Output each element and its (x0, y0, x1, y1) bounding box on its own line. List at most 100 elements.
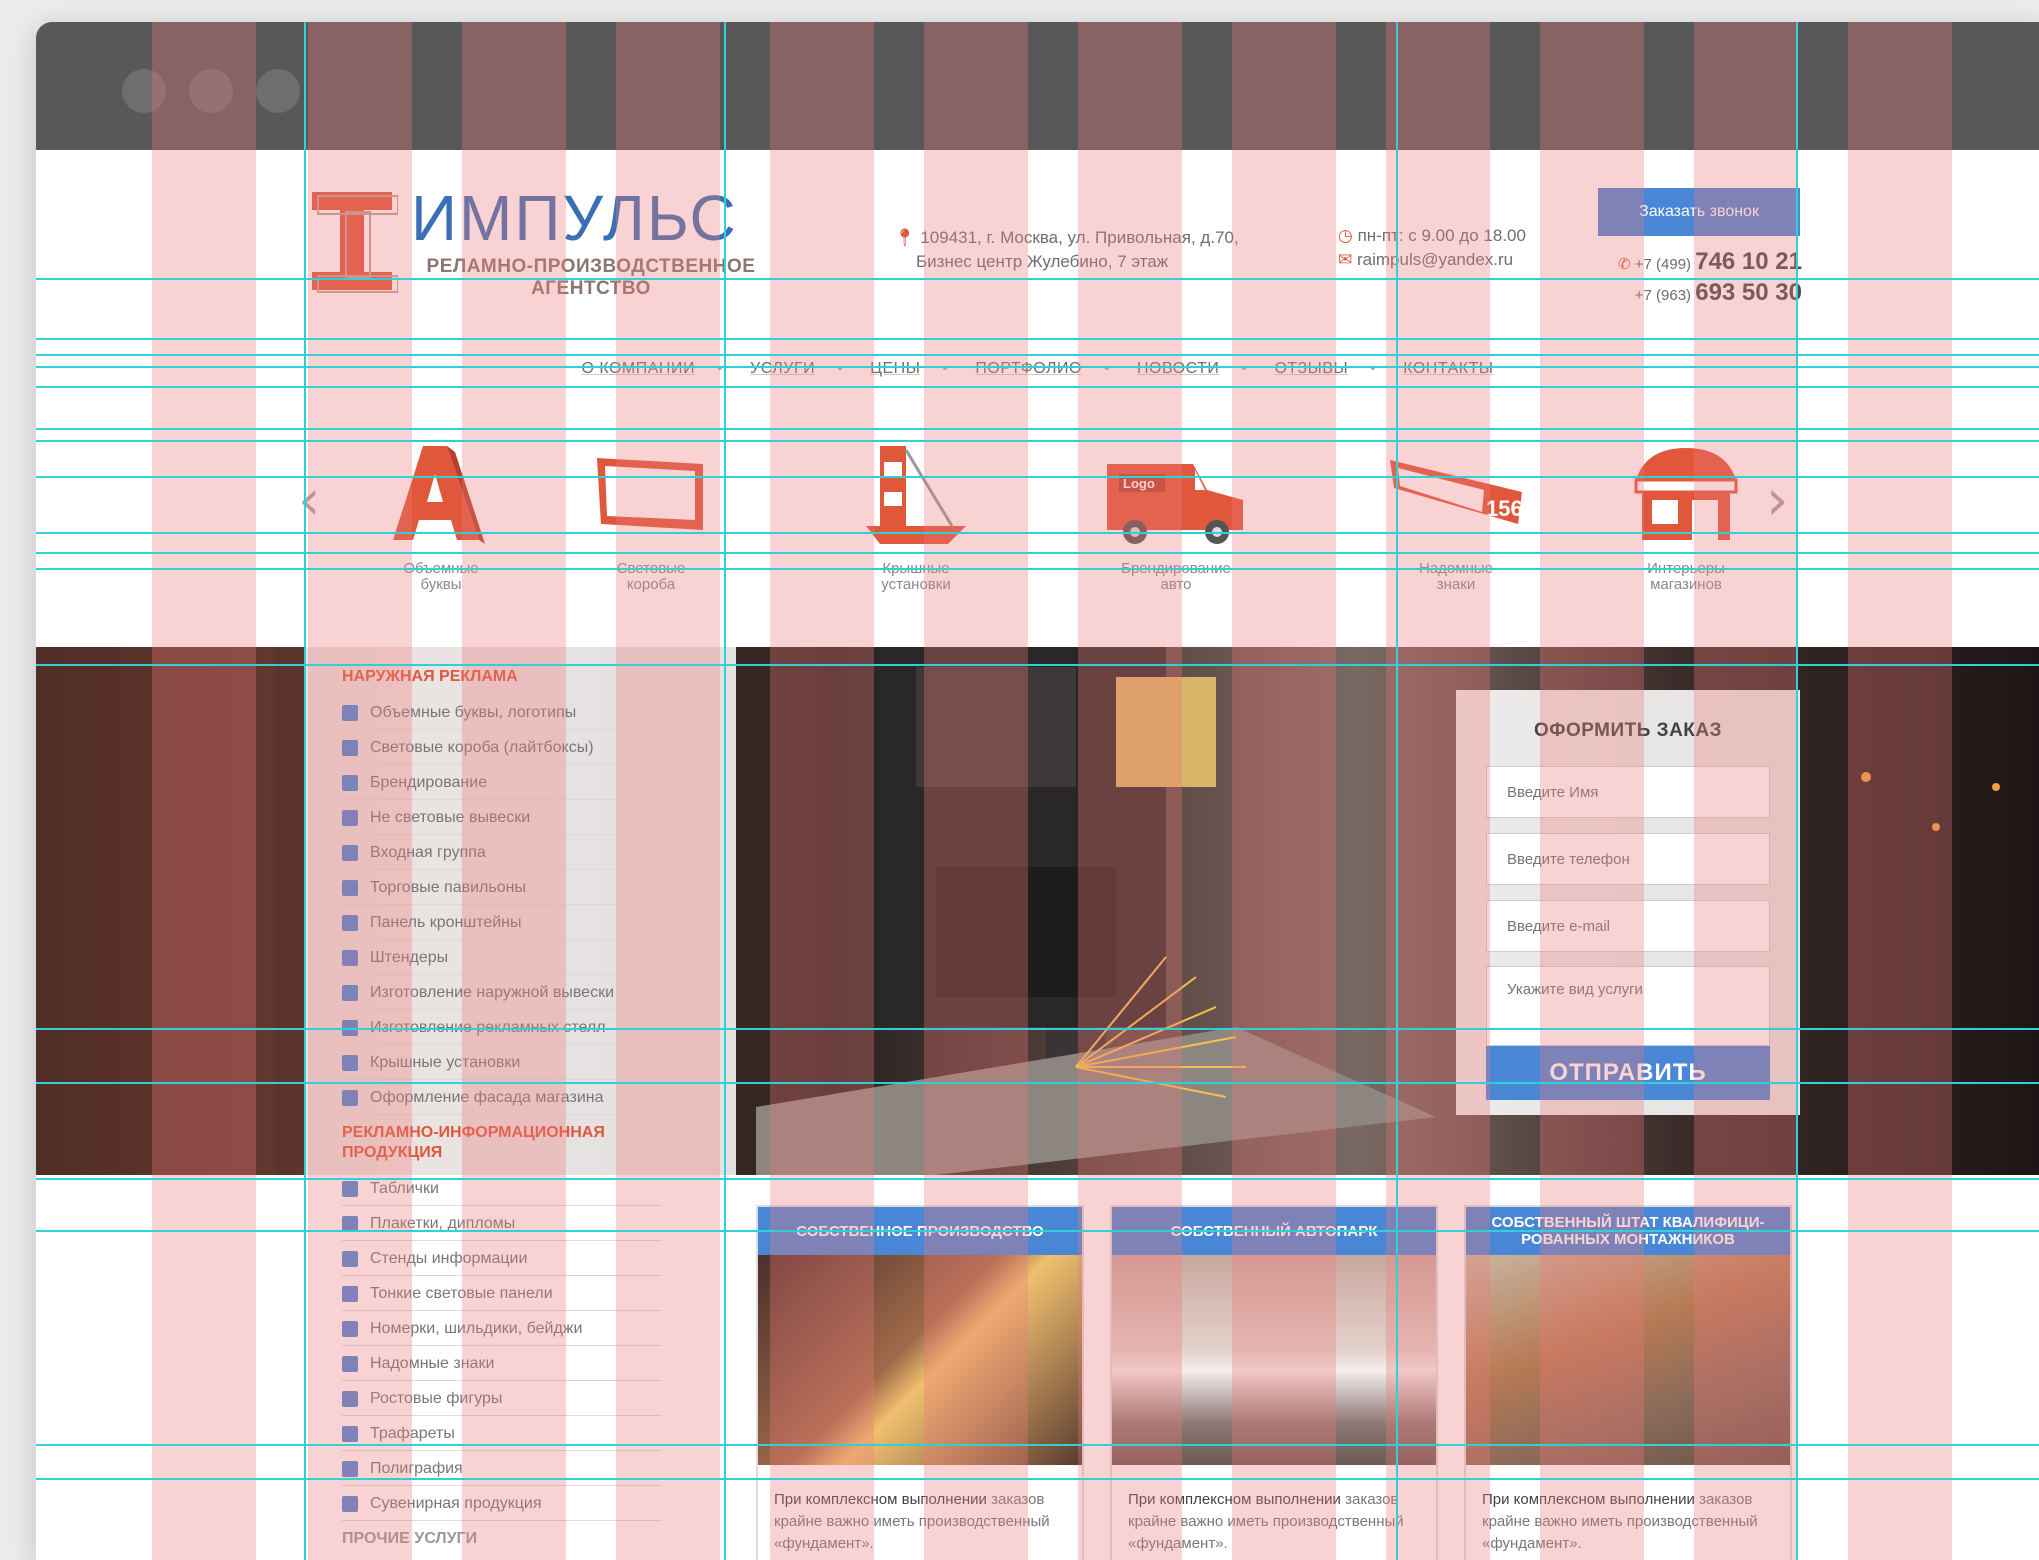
nav-separator: • (942, 360, 949, 377)
feature-card-production[interactable]: СОБСТВЕННОЕ ПРОИЗВОДСТВО При комплексном… (756, 1205, 1084, 1560)
service-icon (342, 1355, 358, 1372)
service-icon (342, 1054, 358, 1071)
sidebar-item[interactable]: Объемные буквы, логотипы (342, 695, 662, 730)
house-sign-icon: 156 (1390, 460, 1523, 524)
carousel-item-light-boxes[interactable]: Световые короба (576, 440, 726, 610)
sidebar-item[interactable]: Штендеры (342, 940, 662, 975)
service-textarea[interactable] (1486, 966, 1770, 1046)
carousel-label-line1: Интерьеры (1647, 560, 1725, 577)
sidebar-item[interactable]: Сувенирная продукция (342, 1486, 662, 1521)
service-icon (342, 879, 358, 896)
carousel-label-line2: знаки (1436, 576, 1476, 593)
service-icon (342, 1495, 358, 1512)
carousel-label-line2: магазинов (1650, 576, 1722, 593)
nav-item-services[interactable]: УСЛУГИ (750, 360, 815, 377)
carousel-item-roof-installations[interactable]: Крышные установки (841, 440, 991, 610)
nav-separator: • (716, 360, 724, 377)
clock-icon: ◷ (1338, 226, 1353, 245)
window-close-dot[interactable] (122, 69, 166, 113)
email-link[interactable]: raimpuls@yandex.ru (1357, 250, 1513, 269)
sidebar-heading-info-products: РЕКЛАМНО-ИНФОРМАЦИОННАЯ ПРОДУКЦИЯ (342, 1124, 605, 1161)
service-icon (342, 1250, 358, 1267)
card-image-installers (1466, 1255, 1790, 1465)
feature-card-fleet[interactable]: СОБСТВЕННЫЙ АВТОПАРК При комплексном вып… (1110, 1205, 1438, 1560)
site-logo[interactable]: ИМПУЛЬС РЕЛАМНО-ПРОИЗВОДСТВЕННОЕ АГЕНТСТ… (306, 182, 806, 299)
carousel-label-line2: короба (626, 576, 676, 593)
sidebar-item[interactable]: Плакетки, дипломы (342, 1206, 662, 1241)
nav-item-about[interactable]: О КОМПАНИИ (581, 360, 695, 377)
sidebar-item[interactable]: Торговые павильоны (342, 870, 662, 905)
shop-storefront-icon (1634, 448, 1738, 540)
card-text: При комплексном выполнении заказов крайн… (1128, 1491, 1404, 1552)
sidebar-item[interactable]: Таблички (342, 1171, 662, 1206)
working-hours: пн-пт: с 9.00 до 18.00 (1357, 226, 1526, 245)
phone1-prefix: +7 (499) (1634, 256, 1692, 273)
service-icon (342, 1285, 358, 1302)
sidebar-item[interactable]: Оформление фасада магазина (342, 1080, 662, 1115)
address-block: 📍︎ 109431, г. Москва, ул. Привольная, д.… (894, 226, 1239, 274)
carousel-prev-arrow-icon[interactable]: ‹ (298, 468, 320, 533)
sidebar-item[interactable]: Панель кронштейны (342, 905, 662, 940)
sidebar-item[interactable]: Ростовые фигуры (342, 1381, 662, 1416)
window-maximize-dot[interactable] (256, 69, 300, 113)
service-icon (342, 704, 358, 721)
sidebar-item[interactable]: Надомные знаки (342, 1346, 662, 1381)
card-image-fleet (1112, 1255, 1436, 1465)
sidebar-item[interactable]: Трафареты (342, 1416, 662, 1451)
nav-item-portfolio[interactable]: ПОРТФОЛИО (975, 360, 1082, 377)
service-icon (342, 844, 358, 861)
carousel-label-line2: буквы (420, 576, 462, 593)
sidebar-item[interactable]: Световые короба (лайтбоксы) (342, 730, 662, 765)
carousel-item-car-branding[interactable]: Logo Брендирование авто (1086, 440, 1266, 610)
sidebar-item[interactable]: Брендирование (342, 765, 662, 800)
sidebar-heading-other: ПРОЧИЕ УСЛУГИ (342, 1530, 478, 1547)
carousel-item-house-signs[interactable]: 156 Надомные знаки (1376, 440, 1536, 610)
submit-order-button[interactable]: ОТПРАВИТЬ (1486, 1046, 1770, 1100)
nav-item-prices[interactable]: ЦЕНЫ (870, 360, 920, 377)
browser-window: ИМПУЛЬС РЕЛАМНО-ПРОИЗВОДСТВЕННОЕ АГЕНТСТ… (36, 22, 2039, 1560)
order-callback-button[interactable]: Заказать звонок (1598, 188, 1800, 236)
nav-separator: • (1103, 360, 1111, 377)
card-text: При комплексном выполнении заказов крайн… (1482, 1491, 1758, 1552)
name-input[interactable] (1486, 766, 1770, 818)
sidebar-item[interactable]: Тонкие световые панели (342, 1276, 662, 1311)
order-form: ОФОРМИТЬ ЗАКАЗ ОТПРАВИТЬ (1456, 690, 1800, 1115)
logo-title: ИМПУЛЬС (411, 182, 738, 254)
service-icon (342, 1215, 358, 1232)
feature-card-installers[interactable]: СОБСТВЕННЫЙ ШТАТ КВАЛИФИЦИ-РОВАННЫХ МОНТ… (1464, 1205, 1792, 1560)
service-icon (342, 1425, 358, 1442)
service-icon (342, 1390, 358, 1407)
sidebar-item[interactable]: Изготовление рекламных стелл (342, 1010, 662, 1045)
sidebar-item[interactable]: Крышные установки (342, 1045, 662, 1080)
browser-titlebar (36, 22, 2039, 150)
carousel-label-line1: Световые (616, 560, 686, 577)
window-minimize-dot[interactable] (189, 69, 233, 113)
phone1-number[interactable]: 746 10 21 (1695, 248, 1802, 275)
carousel-item-volume-letters[interactable]: Объемные буквы (366, 440, 516, 610)
nav-separator: • (837, 360, 844, 377)
sidebar-item[interactable]: Изготовление наружной вывески (342, 975, 662, 1010)
nav-item-reviews[interactable]: ОТЗЫВЫ (1274, 360, 1348, 377)
sidebar-item[interactable]: Полиграфия (342, 1451, 662, 1486)
volume-letter-a-icon (393, 446, 485, 544)
phone-icon: ✆ (1618, 256, 1631, 273)
nav-item-contacts[interactable]: КОНТАКТЫ (1403, 360, 1493, 377)
carousel-next-arrow-icon[interactable]: › (1766, 468, 1788, 533)
carousel-item-shop-interiors[interactable]: Интерьеры магазинов (1611, 440, 1761, 610)
main-nav: О КОМПАНИИ • УСЛУГИ • ЦЕНЫ • ПОРТФОЛИО • НОВ… (36, 360, 2039, 378)
logo-subtitle-line2: АГЕНТСТВО (531, 278, 651, 299)
sidebar-item[interactable]: Номерки, шильдики, бейджи (342, 1311, 662, 1346)
sidebar-item[interactable]: Стенды информации (342, 1241, 662, 1276)
email-input[interactable] (1486, 900, 1770, 952)
sidebar-item[interactable]: Входная группа (342, 835, 662, 870)
service-icon (342, 809, 358, 826)
nav-item-news[interactable]: НОВОСТИ (1137, 360, 1219, 377)
phone-input[interactable] (1486, 833, 1770, 885)
sign-number-text: 156 (1486, 496, 1523, 521)
sidebar-item[interactable]: Не световые вывески (342, 800, 662, 835)
phone2-number[interactable]: 693 50 30 (1695, 279, 1802, 306)
service-icon (342, 1180, 358, 1197)
carousel-label-line2: установки (881, 576, 951, 593)
sidebar-heading-outdoor-ads: НАРУЖНАЯ РЕКЛАМА (342, 668, 518, 685)
logo-subtitle-line1: РЕЛАМНО-ПРОИЗВОДСТВЕННОЕ (426, 256, 756, 277)
